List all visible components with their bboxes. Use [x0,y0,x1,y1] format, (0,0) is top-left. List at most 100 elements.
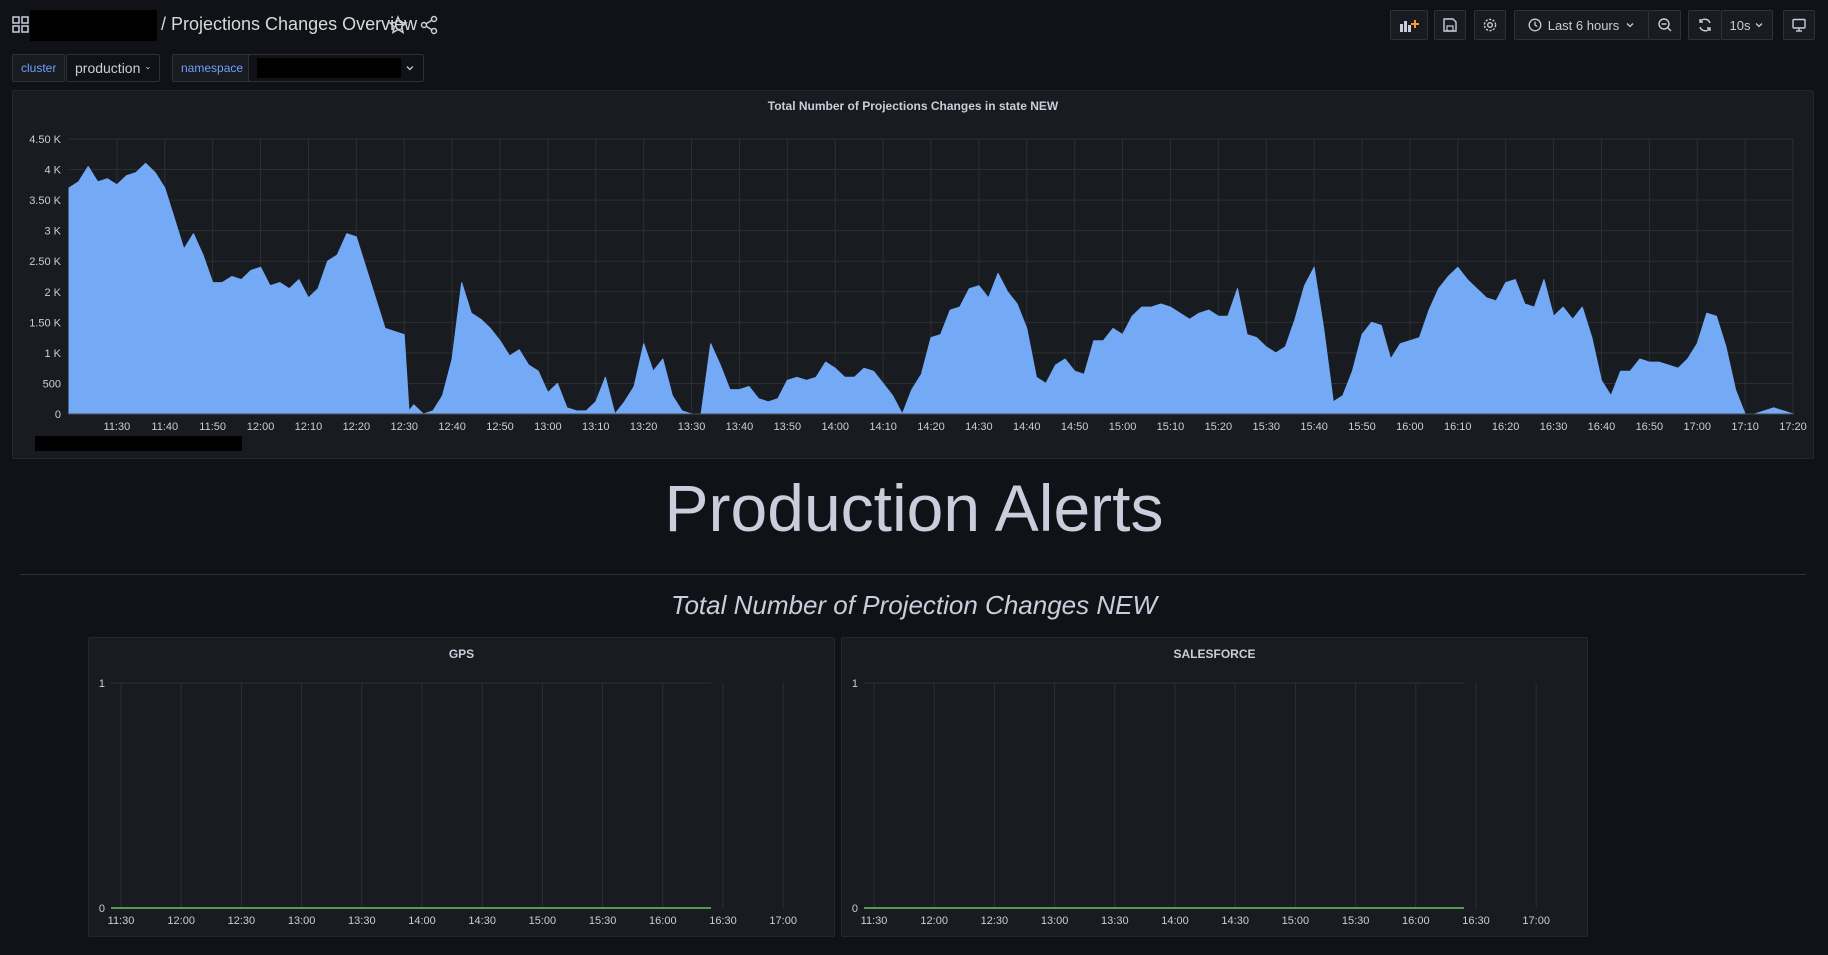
refresh-interval-picker[interactable]: 10s [1721,10,1773,40]
chevron-down-icon [1756,23,1763,28]
save-icon [1443,18,1457,32]
x-tick-label: 13:00 [1041,915,1069,927]
refresh-button[interactable] [1688,10,1721,40]
salesforce-panel[interactable]: SALESFORCE 11:30 12:00 12:30 13:00 13:30 14:0… [841,637,1588,937]
x-tick-label: 16:10 [1444,421,1472,433]
zoom-out-icon [1657,18,1671,32]
production-alerts-heading: Production Alerts [664,471,1164,545]
namespace-select[interactable] [248,54,424,82]
x-tick-label: 13:30 [678,421,706,433]
x-tick-label: 11:50 [199,421,226,433]
refresh-icon [1699,18,1711,32]
x-tick-label: 12:20 [343,421,371,433]
x-tick-label: 12:00 [247,421,275,433]
x-tick-label: 12:10 [295,421,323,433]
tv-mode-button[interactable] [1783,10,1815,40]
x-tick-label: 12:00 [167,915,195,927]
y-tick-label: 2 K [44,287,61,299]
x-tick-label: 16:00 [649,915,677,927]
x-tick-label: 14:00 [408,915,436,927]
x-tick-label: 14:40 [1013,421,1041,433]
area-chart[interactable]: 0 500 1 K 1.50 K 2 K 2.50 K 3 K 3.50 K 4 K 4.50 K… [13,91,1813,458]
settings-button[interactable] [1474,10,1506,40]
x-tick-label: 12:30 [981,915,1009,927]
refresh-interval-label: 10s [1729,17,1751,33]
chevron-down-icon [146,66,151,70]
x-tick-label: 17:20 [1779,421,1807,433]
y-tick-label: 2.50 K [29,256,61,268]
gear-icon [1483,18,1497,32]
projections-changes-panel[interactable]: Total Number of Projections Changes in s… [12,90,1814,459]
x-tick-label: 15:10 [1157,421,1185,433]
x-tick-label: 13:50 [774,421,802,433]
y-tick-label: 1 K [44,348,61,360]
top-navbar: / Projections Changes Overview Last 6 ho… [0,0,1828,50]
x-tick-label: 12:50 [486,421,514,433]
y-tick-label: 3.50 K [29,195,61,207]
x-tick-label: 14:30 [1221,915,1249,927]
cluster-select-value: production [75,60,141,76]
x-tick-label: 13:40 [726,421,754,433]
gps-panel[interactable]: GPS 11:30 12:00 12:30 13:00 13:30 14:00 14:30 1… [88,637,835,937]
x-tick-label: 14:30 [965,421,993,433]
x-tick-label: 15:40 [1300,421,1328,433]
y-tick-label: 4.50 K [29,134,61,146]
x-tick-label: 14:50 [1061,421,1089,433]
y-tick-label: 1 [99,678,105,690]
x-tick-label: 12:30 [228,915,256,927]
x-tick-label: 15:50 [1348,421,1376,433]
x-tick-label: 13:30 [1101,915,1129,927]
salesforce-line-chart[interactable]: 11:30 12:00 12:30 13:00 13:30 14:00 14:30 15:00… [842,638,1587,936]
x-tick-label: 15:00 [1282,915,1310,927]
y-tick-label: 500 [43,378,61,390]
save-dashboard-button[interactable] [1434,10,1466,40]
share-icon[interactable] [418,14,440,36]
zoom-out-button[interactable] [1648,10,1681,40]
x-tick-label: 16:50 [1636,421,1664,433]
x-tick-label: 11:30 [108,915,135,927]
x-tick-label: 17:10 [1731,421,1759,433]
dashboard-title[interactable]: / Projections Changes Overview [161,14,417,35]
x-tick-label: 16:30 [1462,915,1490,927]
y-tick-label: 1 [852,678,858,690]
x-tick-label: 11:40 [151,421,178,433]
namespace-value-redacted [257,58,402,78]
y-tick-label: 0 [55,409,61,421]
x-tick-label: 15:30 [1252,421,1280,433]
monitor-icon [1792,18,1806,32]
x-tick-label: 15:30 [1342,915,1370,927]
chevron-down-icon [406,66,414,71]
x-tick-label: 16:20 [1492,421,1520,433]
y-tick-label: 0 [99,903,105,915]
time-range-picker[interactable]: Last 6 hours [1514,10,1648,40]
x-tick-label: 13:00 [288,915,316,927]
x-tick-label: 14:20 [917,421,945,433]
projection-changes-subheading: Total Number of Projection Changes NEW [670,590,1158,620]
x-tick-label: 17:00 [1522,915,1550,927]
star-icon[interactable] [387,14,409,36]
x-tick-label: 16:30 [709,915,737,927]
add-panel-icon [1400,20,1419,32]
folder-breadcrumb-redacted[interactable] [30,10,157,41]
x-tick-label: 16:40 [1588,421,1616,433]
x-tick-label: 16:00 [1402,915,1430,927]
x-tick-label: 11:30 [104,421,131,433]
chevron-down-icon [1626,23,1634,28]
cluster-select[interactable]: production [66,54,160,82]
x-tick-label: 12:00 [920,915,948,927]
variable-label-namespace: namespace [172,54,253,82]
y-tick-label: 0 [852,903,858,915]
x-tick-label: 15:30 [589,915,617,927]
x-tick-label: 13:30 [348,915,376,927]
time-range-label: Last 6 hours [1547,17,1620,33]
legend-redacted[interactable] [35,436,242,451]
x-tick-label: 14:00 [1161,915,1189,927]
dashboards-grid-icon[interactable] [12,16,30,34]
x-tick-label: 12:30 [390,421,418,433]
add-panel-button[interactable] [1390,10,1428,40]
x-tick-label: 17:00 [769,915,797,927]
gps-line-chart[interactable]: 11:30 12:00 12:30 13:00 13:30 14:00 14:30 15:00… [89,638,834,936]
y-tick-label: 3 K [44,226,61,238]
clock-icon [1528,18,1542,32]
y-tick-label: 1.50 K [29,317,61,329]
